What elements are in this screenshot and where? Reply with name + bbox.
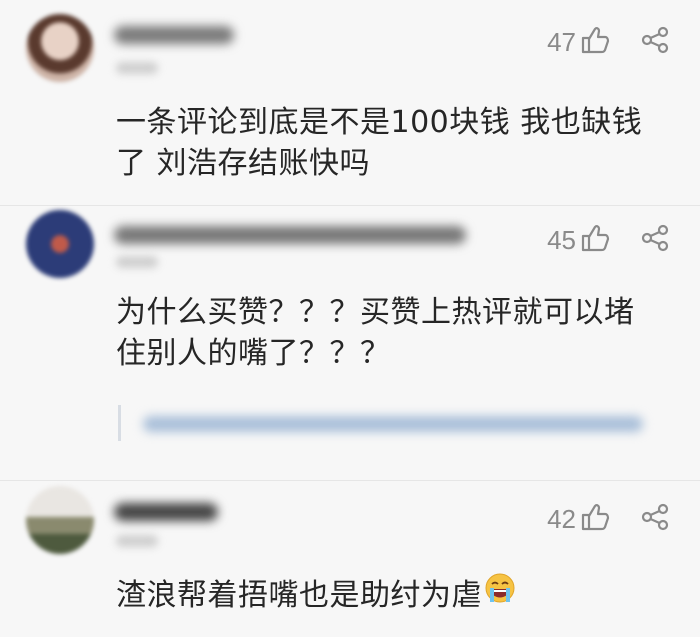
share-icon[interactable] [640, 26, 670, 58]
avatar[interactable] [26, 210, 94, 278]
timestamp-blurred [116, 535, 158, 547]
avatar[interactable] [26, 486, 94, 554]
share-icon[interactable] [640, 224, 670, 256]
like-count: 42 [547, 503, 576, 534]
tears-of-joy-emoji [484, 572, 516, 615]
thumbs-up-icon[interactable] [580, 503, 610, 535]
comment-item: 42 渣浪帮着捂嘴也是助纣为虐 [0, 481, 700, 637]
comment-actions: 42 [547, 503, 670, 535]
username-blurred[interactable] [114, 26, 234, 44]
thumbs-up-icon[interactable] [580, 224, 610, 256]
comment-text: 为什么买赞？？？买赞上热评就可以堵住别人的嘴了？？？ [116, 295, 635, 371]
comment-text-content: 渣浪帮着捂嘴也是助纣为虐 [116, 578, 482, 613]
comment-item: 45 为什么买赞？？？买赞上热评就可以堵住别人的嘴了？？？ [0, 206, 700, 480]
comment-text: 渣浪帮着捂嘴也是助纣为虐 [116, 572, 660, 618]
like-count: 47 [547, 26, 576, 57]
share-icon[interactable] [640, 503, 670, 535]
timestamp-blurred [116, 62, 158, 74]
comment-item: 47 一条评论到底是不是100块钱 我也缺钱了 刘浩存结账快吗 [0, 0, 700, 205]
like-count: 45 [547, 224, 576, 255]
timestamp-blurred [116, 256, 158, 268]
reply-preview-blurred[interactable] [143, 416, 643, 432]
comment-actions: 47 [547, 26, 670, 58]
replies-link[interactable] [118, 405, 661, 441]
comment-actions: 45 [547, 224, 670, 256]
avatar[interactable] [26, 14, 94, 82]
username-blurred[interactable] [114, 503, 218, 521]
comment-text: 一条评论到底是不是100块钱 我也缺钱了 刘浩存结账快吗 [116, 105, 643, 181]
thumbs-up-icon[interactable] [580, 26, 610, 58]
username-blurred[interactable] [114, 226, 466, 244]
